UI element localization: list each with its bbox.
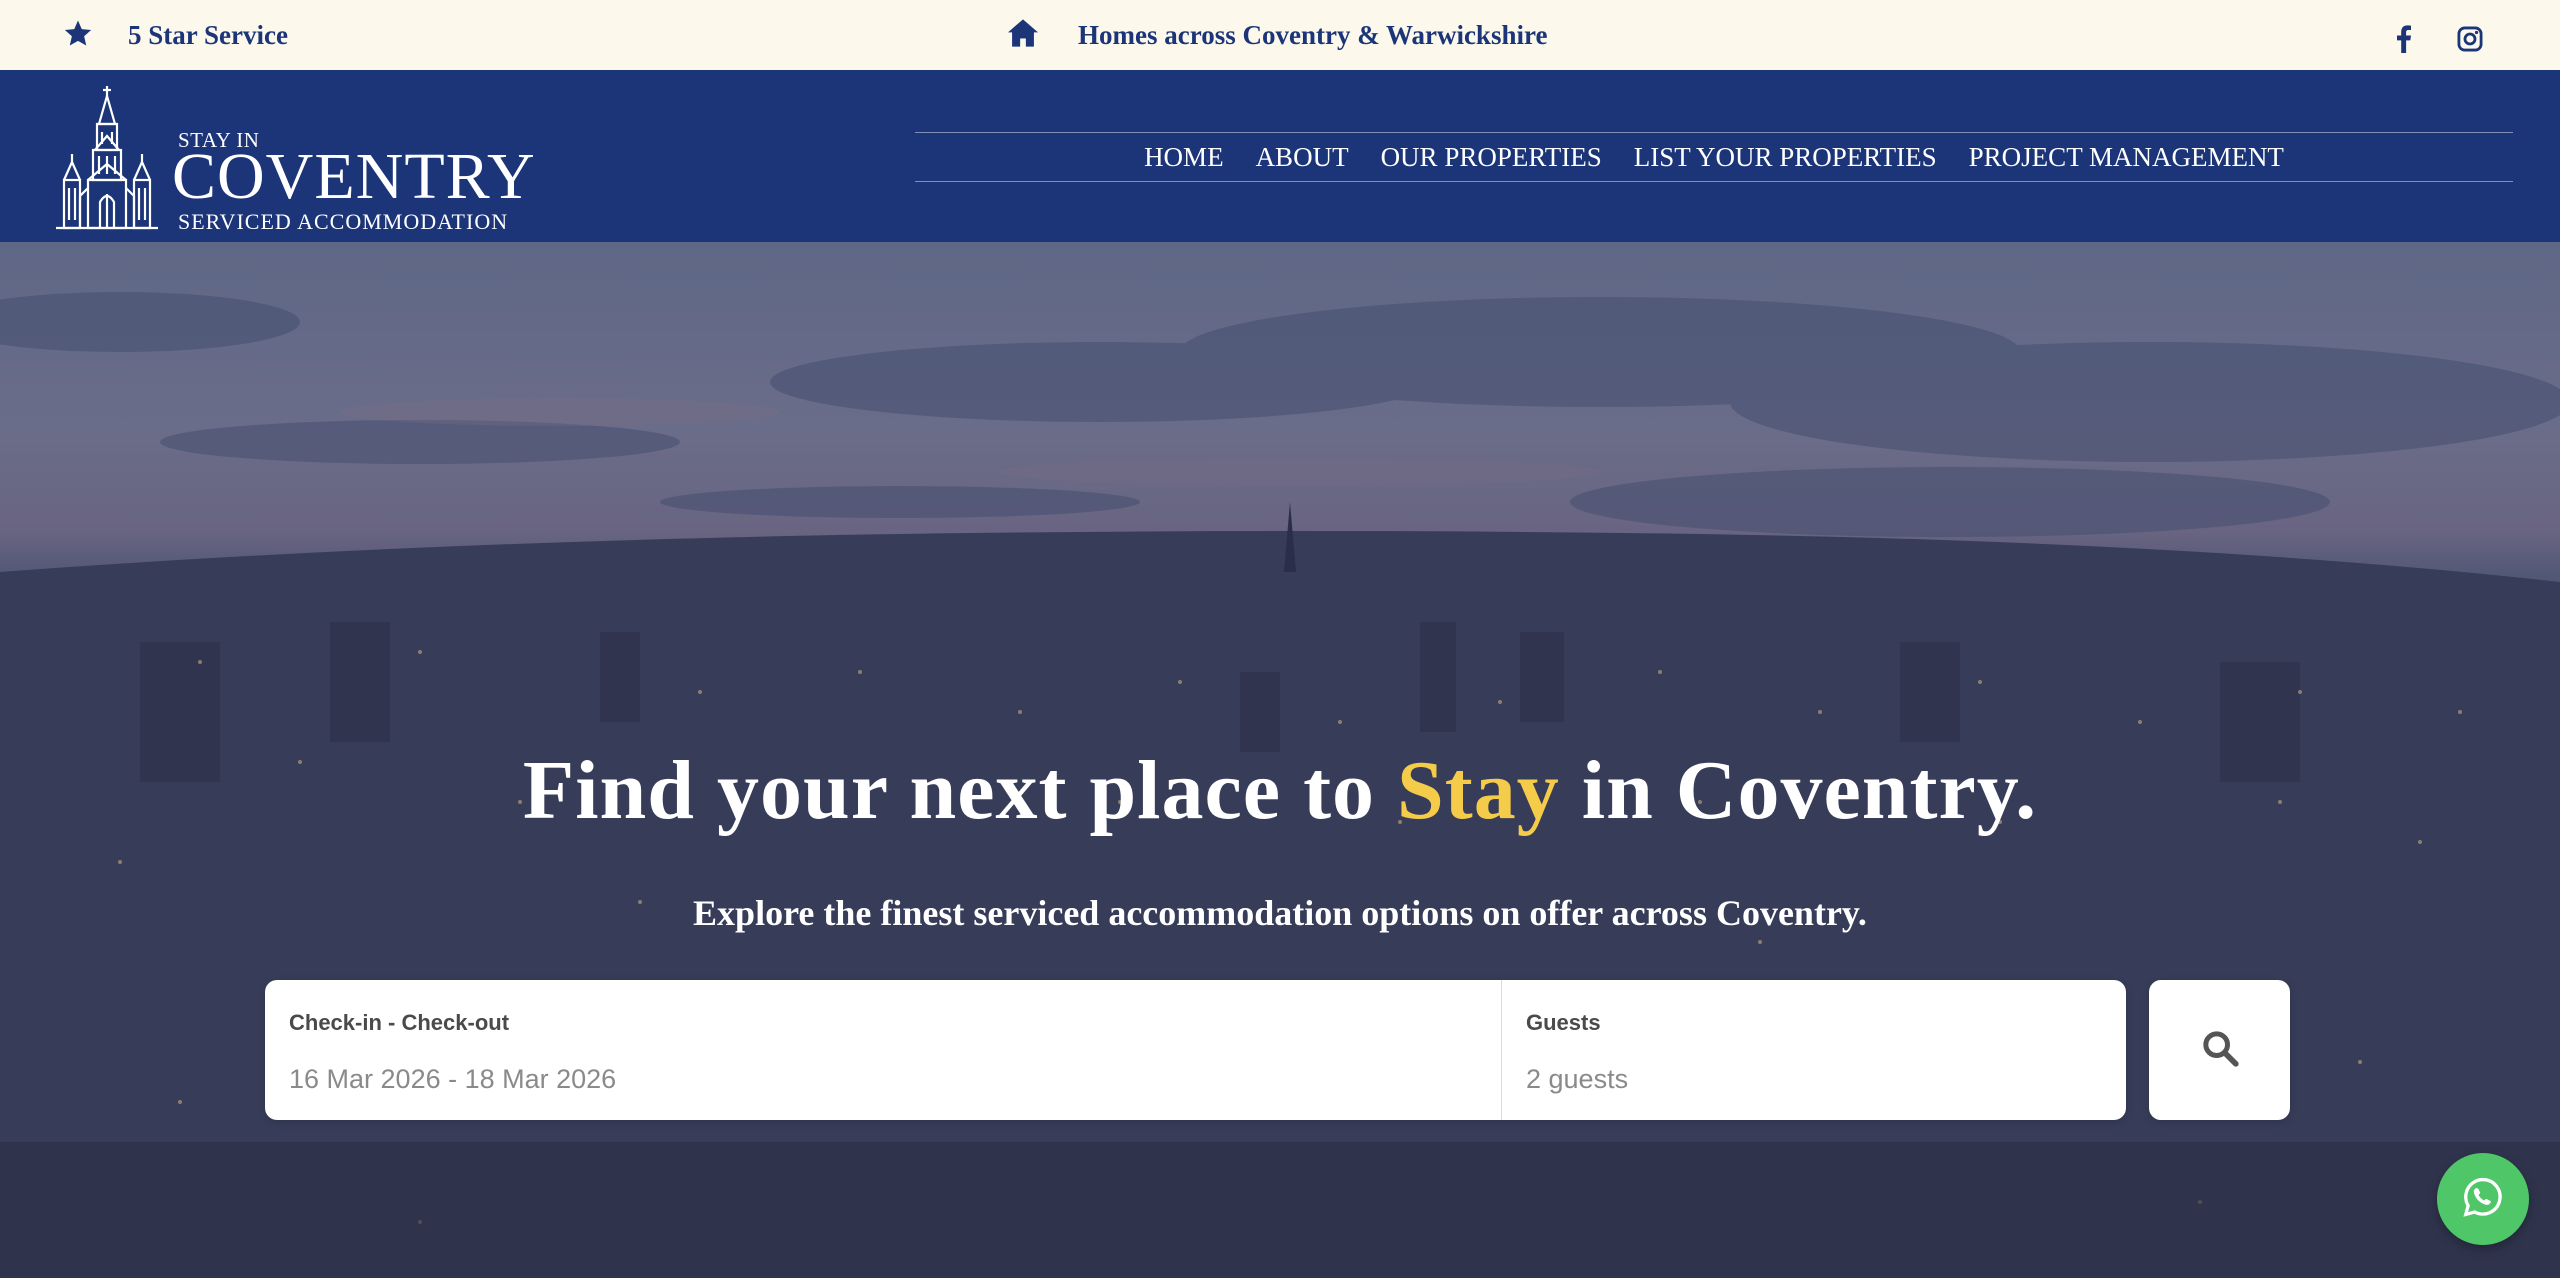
homes-coverage-text: Homes across Coventry & Warwickshire	[1078, 19, 1548, 50]
five-star-service: 5 Star Service	[62, 0, 288, 70]
logo-tagline: SERVICED ACCOMMODATION	[178, 209, 509, 234]
homes-coverage: Homes across Coventry & Warwickshire	[1006, 0, 1547, 70]
date-range-label: Check-in - Check-out	[289, 1010, 510, 1035]
whatsapp-chat-button[interactable]	[2437, 1153, 2529, 1245]
guests-field[interactable]: Guests 2 guests	[1502, 980, 2126, 1120]
star-icon	[62, 18, 94, 53]
main-nav: HOME ABOUT OUR PROPERTIES LIST YOUR PROP…	[915, 132, 2513, 182]
hero-subheadline: Explore the finest serviced accommodatio…	[693, 893, 1867, 933]
whatsapp-icon	[2461, 1175, 2505, 1224]
site-logo[interactable]: STAY IN COVENTRY SERVICED ACCOMMODATION	[52, 84, 542, 234]
search-icon	[2200, 1028, 2240, 1073]
hero-headline: Find your next place to Stay in Coventry…	[0, 742, 2560, 839]
nav-item-list-your-properties[interactable]: LIST YOUR PROPERTIES	[1634, 142, 1937, 173]
nav-item-project-management[interactable]: PROJECT MANAGEMENT	[1969, 142, 2284, 173]
nav-item-about[interactable]: ABOUT	[1256, 142, 1349, 173]
cathedral-logo-icon	[56, 86, 158, 230]
logo-name: COVENTRY	[172, 140, 536, 213]
instagram-icon[interactable]	[2456, 0, 2484, 78]
site-header: STAY IN COVENTRY SERVICED ACCOMMODATION …	[0, 70, 2560, 242]
guests-label: Guests	[1526, 1010, 1601, 1035]
hero-headline-accent: Stay	[1397, 744, 1560, 837]
date-range-field[interactable]: Check-in - Check-out 16 Mar 2026 - 18 Ma…	[265, 980, 1502, 1120]
home-icon	[1006, 18, 1040, 53]
search-button[interactable]	[2149, 980, 2290, 1120]
hero-section: Find your next place to Stay in Coventry…	[0, 242, 2560, 1278]
nav-item-home[interactable]: HOME	[1144, 142, 1224, 173]
date-range-value: 16 Mar 2026 - 18 Mar 2026	[289, 1064, 617, 1094]
booking-search-form: Check-in - Check-out 16 Mar 2026 - 18 Ma…	[265, 980, 2126, 1120]
hero-headline-part-1: Find your next place to	[522, 744, 1398, 837]
five-star-service-text: 5 Star Service	[128, 19, 288, 50]
guests-value: 2 guests	[1526, 1064, 1629, 1094]
top-info-bar: 5 Star Service Homes across Coventry & W…	[0, 0, 2560, 70]
hero-headline-part-2: in Coventry.	[1559, 744, 2038, 837]
nav-item-our-properties[interactable]: OUR PROPERTIES	[1381, 142, 1602, 173]
facebook-icon[interactable]	[2396, 0, 2412, 78]
